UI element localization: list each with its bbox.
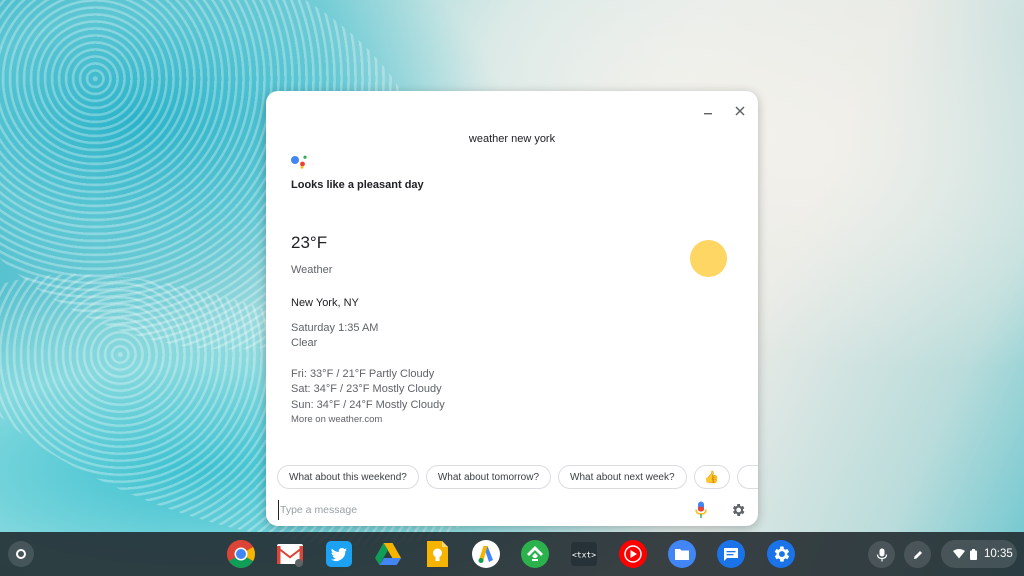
suggestion-chip-thumbs-up[interactable]: 👍 <box>693 465 730 489</box>
app-twitter[interactable] <box>324 539 354 569</box>
launcher-button[interactable] <box>8 541 34 567</box>
settings-gear-icon <box>767 540 795 568</box>
forecast-line: Sun: 34°F / 24°F Mostly Cloudy <box>291 399 445 411</box>
messages-icon <box>717 540 745 568</box>
microphone-icon[interactable] <box>694 501 708 519</box>
current-condition: Clear <box>291 337 318 349</box>
drive-icon <box>375 543 401 565</box>
forecast-line: Sat: 34°F / 23°F Mostly Cloudy <box>291 383 442 395</box>
shelf: <txt> 10:35 <box>0 532 1024 576</box>
text-editor-icon: <txt> <box>571 542 597 566</box>
suggestion-chip-next-week[interactable]: What about next week? <box>558 465 687 489</box>
clock: 10:35 <box>984 548 1013 560</box>
app-google-ads[interactable] <box>471 539 501 569</box>
app-feedly[interactable] <box>520 539 550 569</box>
temperature: 23°F <box>291 233 328 252</box>
assistant-panel: weather new york Looks like a pleasant d… <box>266 91 758 526</box>
google-assistant-icon <box>291 155 307 169</box>
svg-text:<txt>: <txt> <box>572 551 596 560</box>
message-input[interactable] <box>278 500 578 520</box>
forecast-line: Fri: 33°F / 21°F Partly Cloudy <box>291 368 435 380</box>
pen-icon <box>913 550 922 559</box>
suggestion-chip-tomorrow[interactable]: What about tomorrow? <box>425 465 552 489</box>
files-icon <box>668 540 696 568</box>
location: New York, NY <box>291 297 359 309</box>
weather-source-link[interactable]: More on weather.com <box>291 414 382 425</box>
assistant-mic-button[interactable] <box>868 541 895 568</box>
suggestion-chip-more[interactable] <box>736 465 758 489</box>
battery-icon <box>970 548 977 560</box>
gear-icon[interactable] <box>730 502 746 518</box>
suggestion-chips: What about this weekend? What about tomo… <box>277 465 758 489</box>
app-youtube-music[interactable] <box>618 539 648 569</box>
microphone-icon <box>876 548 887 561</box>
ads-icon <box>472 540 500 568</box>
youtube-music-icon <box>619 540 647 568</box>
keep-icon <box>427 541 448 567</box>
observation-time: Saturday 1:35 AM <box>291 322 379 334</box>
app-files[interactable] <box>667 539 697 569</box>
app-chrome[interactable] <box>226 539 256 569</box>
feedly-icon <box>521 540 549 568</box>
wifi-icon <box>953 549 965 559</box>
app-google-drive[interactable] <box>373 539 403 569</box>
weather-label: Weather <box>291 264 333 276</box>
minimize-button[interactable] <box>698 101 718 121</box>
stylus-tools-button[interactable] <box>904 541 931 568</box>
twitter-icon <box>326 541 352 567</box>
minimize-icon <box>704 113 712 115</box>
status-tray[interactable]: 10:35 <box>941 540 1017 568</box>
gmail-icon <box>277 544 303 567</box>
app-messages[interactable] <box>716 539 746 569</box>
app-text[interactable]: <txt> <box>569 539 599 569</box>
sun-icon <box>690 240 727 277</box>
chrome-icon <box>227 540 255 568</box>
close-icon <box>735 106 745 116</box>
app-google-keep[interactable] <box>422 539 452 569</box>
launcher-icon <box>16 549 26 559</box>
close-button[interactable] <box>730 101 750 121</box>
suggestion-chip-weekend[interactable]: What about this weekend? <box>277 465 419 489</box>
app-settings[interactable] <box>766 539 796 569</box>
query-text: weather new york <box>468 133 556 145</box>
assistant-response: Looks like a pleasant day <box>291 179 424 191</box>
message-bar <box>266 496 758 526</box>
app-gmail[interactable] <box>275 539 305 569</box>
